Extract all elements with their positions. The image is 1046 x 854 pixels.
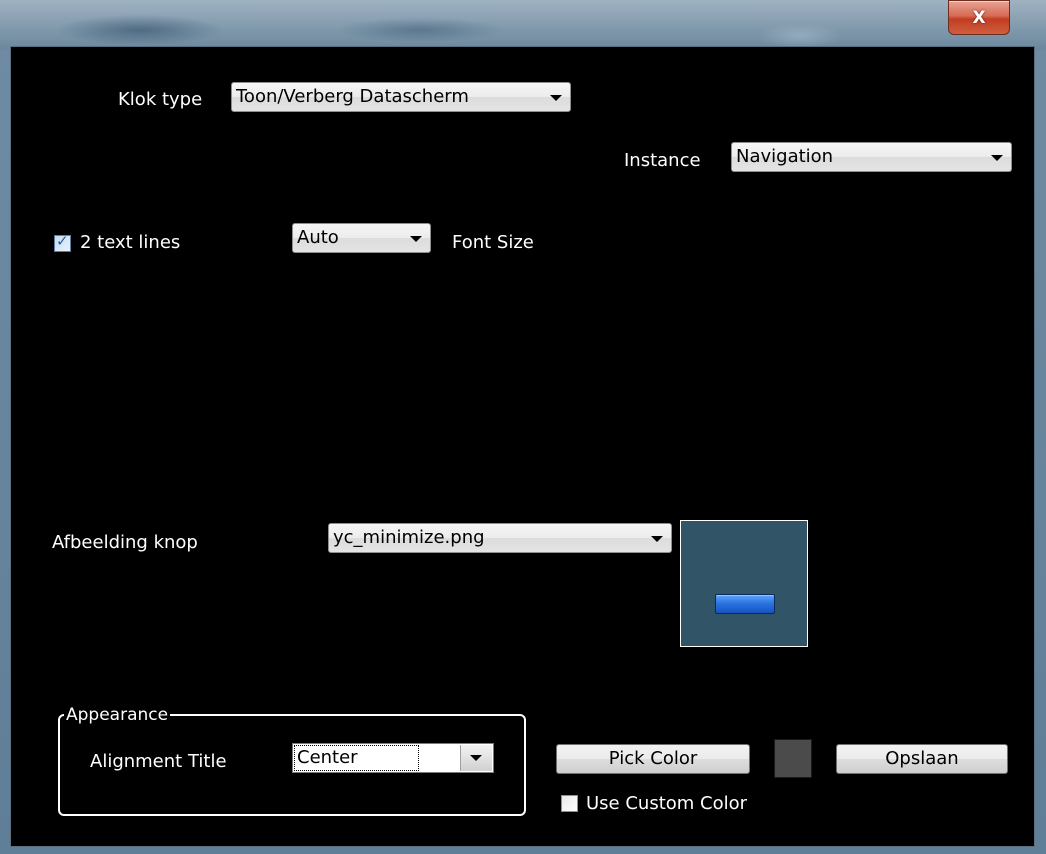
use-custom-color-checkbox[interactable] (561, 795, 578, 812)
font-size-value: Auto (297, 227, 339, 248)
save-button[interactable]: Opslaan (836, 744, 1008, 774)
pick-color-button[interactable]: Pick Color (556, 744, 750, 774)
close-button[interactable]: X (948, 0, 1010, 35)
appearance-group-title: Appearance (64, 704, 171, 726)
klok-type-label: Klok type (118, 89, 203, 110)
button-image-preview (680, 520, 808, 647)
instance-dropdown[interactable]: Navigation (731, 142, 1012, 172)
alignment-title-dropdown[interactable]: Center (292, 743, 494, 773)
title-bar (0, 0, 1046, 50)
color-swatch (774, 739, 812, 778)
instance-value: Navigation (736, 146, 834, 167)
minimize-icon (715, 594, 775, 614)
afbeelding-dropdown[interactable]: yc_minimize.png (328, 523, 672, 553)
chevron-down-icon (651, 536, 663, 542)
alignment-title-value: Center (294, 745, 419, 771)
checkmark-icon: ✓ (56, 232, 69, 250)
dropdown-button[interactable] (460, 745, 492, 771)
chevron-down-icon (991, 155, 1003, 161)
use-custom-color-label: Use Custom Color (586, 793, 748, 814)
klok-type-dropdown[interactable]: Toon/Verberg Datascherm (231, 82, 571, 112)
chevron-down-icon (410, 236, 422, 242)
klok-type-value: Toon/Verberg Datascherm (236, 86, 469, 107)
instance-label: Instance (624, 150, 701, 171)
alignment-title-label: Alignment Title (90, 751, 227, 772)
afbeelding-value: yc_minimize.png (333, 527, 485, 548)
font-size-dropdown[interactable]: Auto (292, 223, 431, 253)
font-size-label: Font Size (452, 232, 534, 253)
afbeelding-knop-label: Afbeelding knop (52, 532, 198, 553)
two-text-lines-label: 2 text lines (80, 232, 181, 253)
chevron-down-icon (470, 755, 482, 761)
two-text-lines-checkbox[interactable]: ✓ (54, 232, 71, 252)
chevron-down-icon (550, 95, 562, 101)
close-icon: X (972, 7, 986, 28)
